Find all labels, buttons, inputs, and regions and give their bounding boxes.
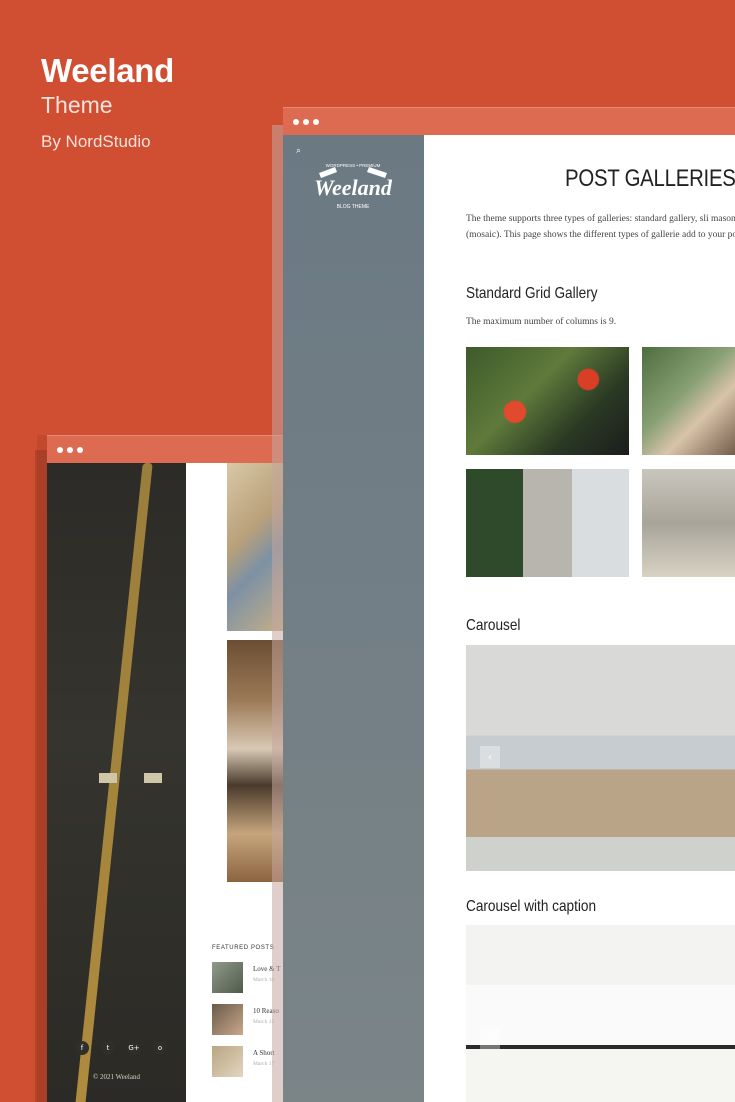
logo-top-text: WORDPRESS • PREMIUM — [326, 163, 381, 168]
google-plus-icon[interactable]: G+ — [127, 1041, 141, 1055]
gallery-image[interactable] — [642, 347, 735, 455]
window-dot — [77, 446, 83, 453]
social-links: f t G+ o — [75, 1041, 167, 1055]
search-icon[interactable]: ⌕ — [296, 147, 304, 156]
carousel-caption-image[interactable] — [466, 925, 735, 1102]
section-title-carousel: Carousel — [466, 617, 521, 634]
road-marking — [144, 773, 162, 783]
section-title-carousel-caption: Carousel with caption — [466, 898, 597, 915]
road-hero-image: f t G+ o © 2021 Weeland — [47, 463, 186, 1102]
copyright: © 2021 Weeland — [92, 1073, 140, 1081]
featured-post-item[interactable]: A Short March 17 — [212, 1046, 275, 1077]
window-dot — [293, 118, 299, 125]
featured-post-thumb — [212, 1004, 243, 1035]
gallery-image[interactable] — [466, 347, 629, 455]
logo-tagline: BLOG THEME — [337, 204, 370, 210]
featured-post-thumb — [212, 962, 243, 993]
front-window-bar — [283, 107, 735, 135]
instagram-icon[interactable]: o — [153, 1041, 167, 1055]
gallery-image[interactable] — [466, 469, 629, 577]
brand-block: Weeland Theme By NordStudio — [41, 52, 174, 152]
page-content: POST GALLERIES The theme supports three … — [466, 135, 735, 243]
window-dot — [313, 118, 319, 125]
featured-post-thumb — [212, 1046, 243, 1077]
brand-byline: By NordStudio — [41, 132, 151, 151]
weeland-logo[interactable]: WORDPRESS • PREMIUM Weeland BLOG THEME — [305, 155, 401, 215]
gallery-image[interactable] — [642, 469, 735, 577]
carousel-caption-prev-button[interactable]: ‹ — [480, 1027, 500, 1049]
road-marking — [99, 773, 117, 783]
window-dot — [67, 446, 73, 453]
sidebar: ⌕ WORDPRESS • PREMIUM Weeland BLOG THEME — [283, 135, 424, 1102]
window-dot — [57, 446, 63, 453]
section-note-grid: The maximum number of columns is 9. — [466, 317, 617, 327]
featured-post-item[interactable]: 10 Reaso March 15 — [212, 1004, 279, 1035]
brand-title: Weeland — [41, 52, 174, 89]
featured-posts-heading: FEATURED POSTS — [212, 945, 275, 951]
front-browser-window: ⌕ WORDPRESS • PREMIUM Weeland BLOG THEME… — [283, 107, 735, 1102]
logo-wordmark: Weeland — [314, 175, 393, 200]
intro-paragraph: The theme supports three types of galler… — [466, 214, 735, 240]
window-dot — [303, 118, 309, 125]
section-title-grid: Standard Grid Gallery — [466, 285, 598, 302]
carousel-prev-button[interactable]: ‹ — [480, 746, 500, 768]
brand-subtitle: Theme — [41, 92, 113, 118]
page-title: POST GALLERIES — [565, 165, 735, 192]
twitter-icon[interactable]: t — [101, 1041, 115, 1055]
featured-post-item[interactable]: Love & T March 10 — [212, 962, 280, 993]
facebook-icon[interactable]: f — [75, 1041, 89, 1055]
carousel-image[interactable] — [466, 645, 735, 871]
